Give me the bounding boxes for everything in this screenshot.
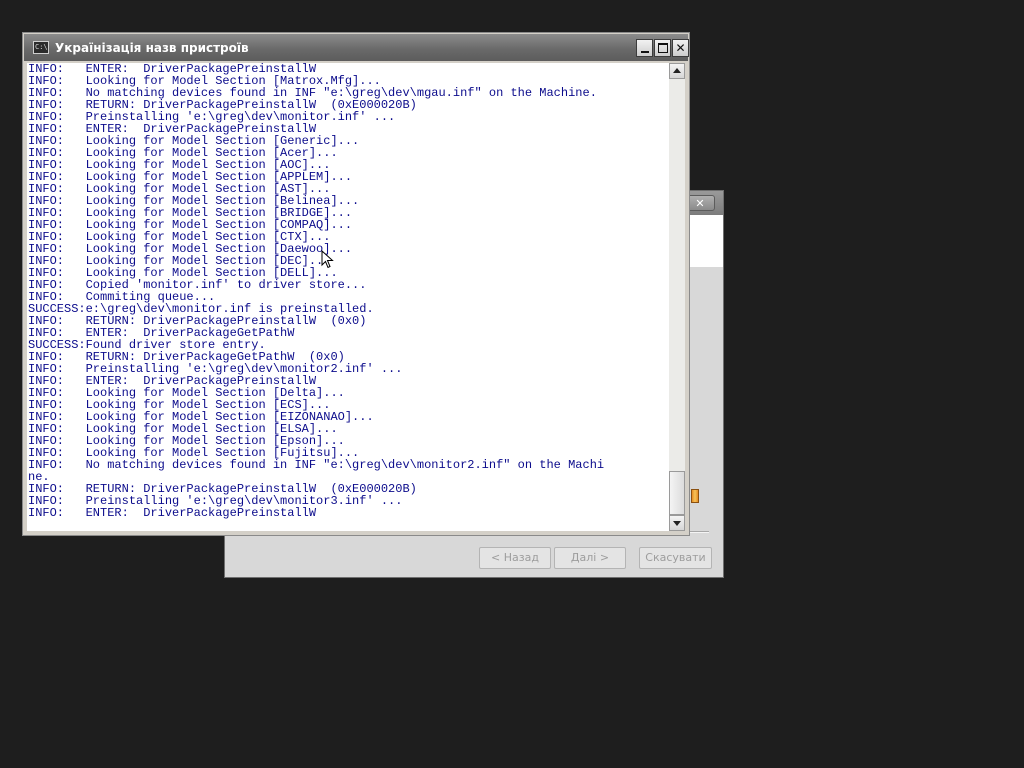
console-line: INFO: ENTER: DriverPackagePreinstallW: [28, 506, 317, 520]
minimize-icon: [640, 51, 649, 53]
mouse-pointer-icon: [321, 250, 334, 269]
minimize-button[interactable]: [636, 39, 653, 57]
console-titlebar[interactable]: C:\ Українізація назв пристроїв ✕: [24, 34, 689, 61]
console-lines: INFO: ENTER: DriverPackagePreinstallW INF…: [27, 63, 669, 519]
console-icon[interactable]: C:\: [33, 41, 49, 54]
cancel-button[interactable]: Скасувати: [639, 547, 712, 569]
scroll-up-button[interactable]: [669, 63, 685, 79]
maximize-icon: [657, 43, 668, 53]
console-line: INFO: No matching devices found in INF "…: [28, 458, 605, 472]
next-button[interactable]: Далі >: [554, 547, 626, 569]
scrollbar-thumb[interactable]: [669, 471, 685, 515]
down-arrow-icon: [673, 521, 681, 526]
vertical-scrollbar[interactable]: [669, 63, 685, 531]
close-button[interactable]: ✕: [672, 39, 689, 57]
progress-icon: [691, 489, 699, 503]
window-title: Українізація назв пристроїв: [55, 41, 249, 55]
up-arrow-icon: [673, 68, 681, 73]
console-output[interactable]: INFO: ENTER: DriverPackagePreinstallW INF…: [27, 63, 669, 531]
maximize-button[interactable]: [654, 39, 671, 57]
console-window: C:\ Українізація назв пристроїв ✕ INFO: …: [22, 32, 690, 536]
back-button[interactable]: < Назад: [479, 547, 551, 569]
scroll-down-button[interactable]: [669, 515, 685, 531]
